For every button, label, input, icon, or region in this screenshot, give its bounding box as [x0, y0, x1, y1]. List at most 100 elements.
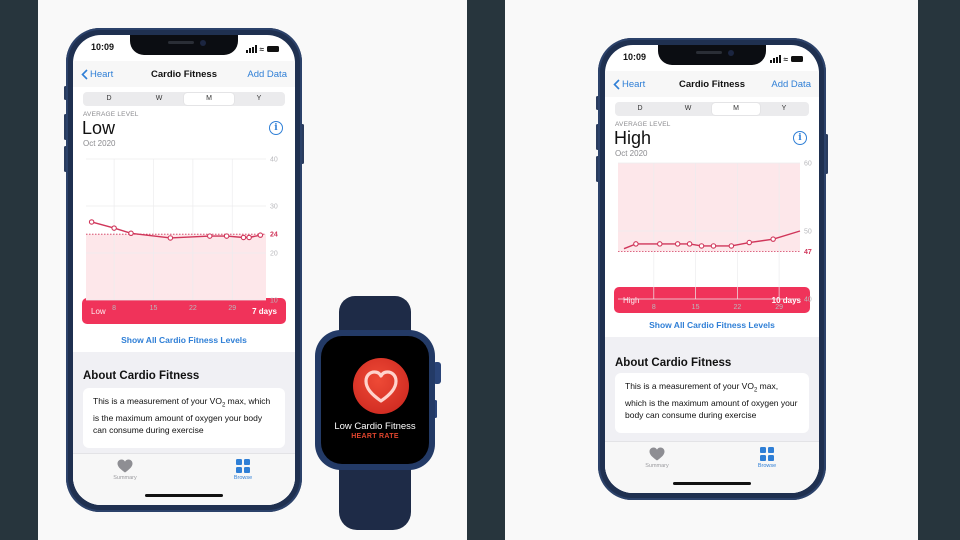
battery-icon	[791, 56, 803, 62]
data-point	[657, 241, 663, 247]
nav-bar: Heart Cardio Fitness Add Data	[605, 71, 819, 97]
y-tick-label: 40	[270, 157, 278, 164]
watch-strap-bottom	[339, 460, 411, 530]
back-button[interactable]: Heart	[81, 69, 113, 80]
data-point	[633, 241, 639, 247]
data-point	[746, 239, 753, 246]
data-point	[674, 241, 681, 247]
tab-browse-label: Browse	[233, 475, 253, 481]
back-label: Heart	[622, 78, 646, 90]
grid-icon	[236, 459, 250, 473]
tab-summary-label: Summary	[113, 475, 137, 481]
target-range-band	[86, 234, 266, 300]
about-text: This is a measurement of your VO	[625, 381, 754, 391]
info-icon[interactable]: i	[269, 121, 283, 135]
notch	[130, 35, 238, 55]
grid-icon	[760, 447, 774, 461]
cardio-level-value: High	[614, 128, 652, 148]
x-tick-label: 29	[775, 304, 783, 311]
tab-browse[interactable]: Browse	[737, 447, 797, 469]
y-tick-label: 40	[804, 297, 812, 304]
add-data-button[interactable]: Add Data	[247, 69, 287, 80]
watch-screen: Low Cardio Fitness HEART RATE	[321, 336, 429, 464]
data-point	[728, 243, 735, 249]
data-point	[167, 235, 174, 241]
period-label: Oct 2020	[615, 149, 648, 158]
watch-subtitle: HEART RATE	[351, 433, 399, 440]
segment-d[interactable]: D	[616, 103, 664, 115]
data-point	[246, 234, 252, 241]
about-heading: About Cardio Fitness	[615, 357, 732, 369]
tab-browse[interactable]: Browse	[213, 459, 273, 481]
status-time: 10:09	[91, 42, 115, 52]
y-tick-label: 10	[270, 298, 278, 305]
data-point	[207, 233, 213, 239]
signal-icon	[245, 45, 257, 53]
period-segmented-control: DWMY	[83, 92, 285, 106]
add-data-button[interactable]: Add Data	[771, 79, 811, 90]
x-tick-label: 29	[228, 305, 236, 312]
tab-browse-label: Browse	[757, 463, 777, 469]
watch-title: Low Cardio Fitness	[334, 421, 416, 432]
wifi-icon: ≈	[259, 44, 264, 54]
data-point	[698, 243, 705, 249]
back-label: Heart	[90, 68, 114, 80]
apple-watch: Low Cardio Fitness HEART RATE	[315, 330, 435, 470]
cardio-chart-0: 40 30 20 10 8 15 22 29 24	[86, 157, 288, 321]
tab-summary[interactable]: Summary	[627, 447, 687, 469]
about-heading: About Cardio Fitness	[83, 370, 200, 382]
y-tick-label: 30	[270, 204, 278, 211]
nav-bar: Heart Cardio Fitness Add Data	[73, 61, 295, 87]
info-icon[interactable]: i	[793, 131, 807, 145]
threshold-label: 47	[804, 249, 812, 256]
segment-w[interactable]: W	[664, 103, 712, 115]
cardio-level-value: Low	[82, 118, 116, 138]
average-level-label: AVERAGE LEVEL	[615, 121, 671, 128]
tab-summary[interactable]: Summary	[95, 459, 155, 481]
y-tick-label: 60	[804, 161, 812, 168]
x-tick-label: 22	[733, 304, 741, 311]
status-time: 10:09	[623, 52, 647, 62]
segment-d[interactable]: D	[84, 93, 134, 105]
show-all-levels-link[interactable]: Show All Cardio Fitness Levels	[73, 335, 295, 345]
x-tick-label: 22	[189, 305, 197, 312]
data-point	[686, 241, 693, 247]
period-label: Oct 2020	[83, 139, 116, 148]
data-point	[223, 233, 230, 239]
x-tick-label: 15	[150, 305, 158, 312]
data-point	[128, 230, 134, 237]
about-text: This is a measurement of your VO	[93, 396, 222, 406]
x-tick-label: 8	[112, 305, 116, 312]
segment-w[interactable]: W	[134, 93, 184, 105]
x-tick-label: 8	[652, 304, 656, 311]
segment-m[interactable]: M	[184, 93, 234, 105]
about-card: This is a measurement of your VO2 max, w…	[83, 388, 285, 448]
cardio-chart-1: 60 50 40 8 15 22 29 47	[618, 161, 822, 320]
tab-summary-label: Summary	[645, 463, 669, 469]
period-segmented-control: DWMY	[615, 102, 809, 116]
data-point	[770, 236, 776, 242]
data-point	[710, 243, 717, 249]
show-all-levels-link[interactable]: Show All Cardio Fitness Levels	[605, 320, 819, 330]
y-tick-label: 50	[804, 229, 812, 236]
back-button[interactable]: Heart	[613, 79, 645, 90]
data-point	[88, 219, 95, 225]
average-level-label: AVERAGE LEVEL	[83, 111, 139, 118]
x-tick-label: 15	[692, 304, 700, 311]
segment-y[interactable]: Y	[234, 93, 284, 105]
chevron-left-icon	[613, 78, 620, 90]
segment-m[interactable]: M	[712, 103, 760, 115]
battery-icon	[267, 46, 279, 52]
home-indicator[interactable]	[673, 482, 751, 485]
wifi-icon: ≈	[783, 54, 788, 64]
threshold-label: 24	[270, 232, 278, 239]
data-point	[257, 232, 264, 238]
home-indicator[interactable]	[145, 494, 223, 497]
tab-bar: Summary Browse	[605, 441, 819, 493]
watch-heart-icon	[353, 358, 409, 414]
segment-y[interactable]: Y	[760, 103, 808, 115]
y-tick-label: 20	[270, 251, 278, 258]
tab-bar: Summary Browse	[73, 453, 295, 505]
chevron-left-icon	[81, 68, 88, 80]
signal-icon	[769, 55, 781, 63]
